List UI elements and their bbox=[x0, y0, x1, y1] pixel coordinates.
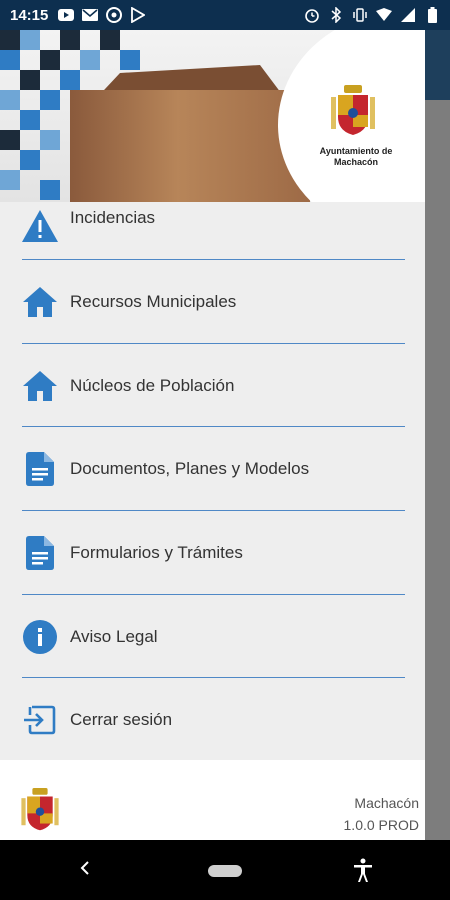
menu-label: Documentos, Planes y Modelos bbox=[70, 459, 310, 479]
menu-label: Cerrar sesión bbox=[70, 710, 173, 730]
bluetooth-icon bbox=[328, 7, 344, 23]
alarm-icon bbox=[304, 7, 320, 23]
menu-label: Aviso Legal bbox=[70, 626, 158, 646]
background-app-header bbox=[424, 30, 450, 100]
menu-item-nucleos-de-poblacion[interactable]: Núcleos de Población bbox=[0, 344, 425, 428]
youtube-icon bbox=[58, 7, 75, 23]
info-icon bbox=[22, 619, 58, 655]
status-bar: 14:15 bbox=[0, 0, 450, 30]
wifi-icon bbox=[376, 7, 392, 23]
menu-label: Incidencias bbox=[70, 208, 156, 227]
header-caption: Ayuntamiento de Machacón bbox=[319, 146, 393, 167]
battery-icon bbox=[424, 7, 440, 23]
menu-item-formularios-tramites[interactable]: Formularios y Trámites bbox=[0, 511, 425, 595]
logout-icon bbox=[22, 702, 58, 738]
menu-item-aviso-legal[interactable]: Aviso Legal bbox=[0, 595, 425, 679]
play-store-icon bbox=[130, 7, 146, 23]
document-icon bbox=[22, 451, 58, 487]
footer-town: Machacón bbox=[354, 795, 419, 811]
vibrate-icon bbox=[352, 7, 368, 23]
mail-icon bbox=[82, 7, 99, 23]
coat-of-arms-logo bbox=[20, 788, 60, 832]
background-app[interactable] bbox=[424, 30, 450, 840]
navigation-drawer: Ayuntamiento de Machacón Incidencias Rec… bbox=[0, 30, 425, 840]
signal-icon bbox=[400, 7, 416, 23]
church-image bbox=[70, 90, 310, 202]
menu-label: Formularios y Trámites bbox=[70, 542, 243, 562]
drawer-footer: Machacón 1.0.0 PROD bbox=[0, 760, 425, 840]
menu-item-cerrar-sesion[interactable]: Cerrar sesión bbox=[0, 678, 425, 762]
footer-info: Machacón 1.0.0 PROD bbox=[344, 792, 419, 836]
home-icon bbox=[22, 368, 58, 404]
menu-label: Recursos Municipales bbox=[70, 291, 237, 311]
accessibility-icon[interactable] bbox=[351, 858, 375, 882]
footer-version: 1.0.0 PROD bbox=[343, 817, 419, 833]
at-icon bbox=[106, 7, 123, 23]
menu-item-recursos-municipales[interactable]: Recursos Municipales bbox=[0, 260, 425, 344]
home-icon bbox=[22, 284, 58, 320]
home-button[interactable] bbox=[208, 865, 242, 877]
drawer-header: Ayuntamiento de Machacón bbox=[0, 30, 425, 202]
menu-item-incidencias[interactable]: Incidencias bbox=[0, 202, 425, 260]
document-icon bbox=[22, 535, 58, 571]
menu-label: Núcleos de Población bbox=[70, 375, 235, 395]
back-button[interactable] bbox=[78, 858, 98, 882]
warning-icon bbox=[22, 208, 58, 244]
system-navigation-bar bbox=[0, 840, 450, 900]
coat-of-arms-logo bbox=[330, 85, 376, 137]
drawer-menu: Incidencias Recursos Municipales Núcleos… bbox=[0, 202, 425, 762]
menu-item-documentos-planes-modelos[interactable]: Documentos, Planes y Modelos bbox=[0, 427, 425, 512]
status-time: 14:15 bbox=[10, 6, 49, 24]
